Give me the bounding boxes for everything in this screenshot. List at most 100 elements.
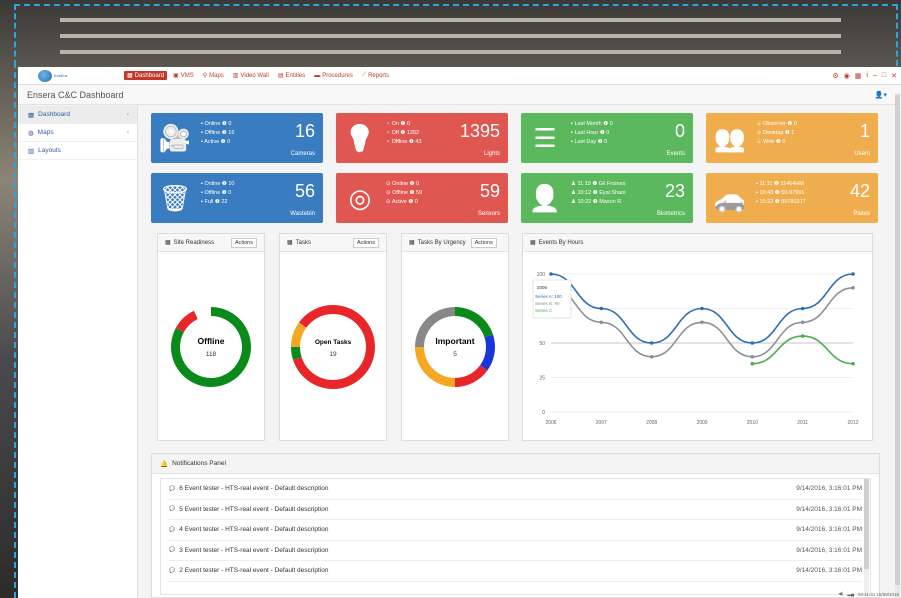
y-tick-label: 0 bbox=[542, 410, 545, 416]
data-point bbox=[649, 341, 654, 345]
tooltip-line: Series A: 100 bbox=[535, 294, 562, 299]
panel-title: Events By Hours bbox=[538, 239, 584, 246]
close-icon[interactable]: ✕ bbox=[891, 72, 897, 80]
tile-value: 42 bbox=[849, 181, 870, 201]
page-title: Ensera C&C Dashboard bbox=[27, 89, 124, 100]
tab-entities[interactable]: ▤ Entities bbox=[274, 71, 309, 80]
globe-icon: ◍ bbox=[28, 129, 34, 137]
settings-icon[interactable]: ⚙ bbox=[832, 72, 838, 80]
tile-stat-line: ▪ Offline ❶ 16 bbox=[201, 130, 235, 136]
tile-stat-line: ▪ Full ❶ 22 bbox=[201, 199, 228, 205]
status-bar: ◀) ▂▄ 04:11:31 16/09/2016 bbox=[838, 591, 899, 597]
donut-slice[interactable] bbox=[455, 365, 488, 387]
sidebar-item-layouts[interactable]: ▥ Layouts bbox=[18, 142, 137, 160]
stat-tile-sensors[interactable]: ◎ ⊙ Online ❶ 0 ⊙ Offline ❶ 59 ⊙ Active ❶ 0 5… bbox=[336, 173, 508, 223]
notification-row[interactable]: 💬 6 Event tester - HTS-real event - Defau… bbox=[169, 479, 862, 500]
page-scrollbar[interactable] bbox=[895, 93, 900, 598]
signal-icon: ▂▄ bbox=[847, 591, 855, 596]
data-point bbox=[800, 320, 805, 325]
notifications-title: Notifications Panel bbox=[172, 460, 226, 467]
x-tick-label: 2006 bbox=[545, 420, 556, 426]
tile-value: 0 bbox=[674, 121, 685, 141]
sidebar: ▦ Dashboard ‹ ◍ Maps ‹ ▥ Layouts bbox=[18, 106, 138, 598]
data-point bbox=[649, 355, 654, 359]
notification-row[interactable]: 💬 5 Event tester - HTS-real event - Defau… bbox=[169, 500, 862, 520]
nav-tabs: ▦ Dashboard ▣ VMS ⚲ Maps ▥ Video Wall ▤ Entities ▬… bbox=[124, 71, 393, 80]
notification-row[interactable]: 💬 2 Event tester - HTS-real event - Defau… bbox=[169, 561, 862, 582]
title-bar: Ensera C&C Dashboard 👤▾ bbox=[18, 85, 901, 105]
status-clock: 04:11:31 16/09/2016 bbox=[858, 591, 899, 597]
sidebar-item-maps[interactable]: ◍ Maps ‹ bbox=[18, 124, 137, 142]
sidebar-item-dashboard[interactable]: ▦ Dashboard ‹ bbox=[18, 106, 137, 124]
sidebar-item-label: Maps bbox=[37, 129, 54, 136]
tab-procedures[interactable]: ▬ Procedures bbox=[311, 71, 356, 80]
users-icon: 👥 bbox=[713, 122, 747, 153]
chart-icon: ▦ bbox=[530, 240, 536, 246]
stat-tile-lights[interactable]: 💡 ♀ On ❶ 0 ♀ Off ❶ 1352 ♀ Offline ❶ 43 1395 L… bbox=[336, 113, 508, 163]
tab-label: Maps bbox=[209, 72, 224, 79]
notification-timestamp: 9/14/2016, 3:16:01 PM bbox=[796, 567, 862, 575]
tab-label: Dashboard bbox=[134, 72, 165, 79]
notification-row[interactable]: 💬 3 Event tester - HTS-real event - Defau… bbox=[169, 541, 862, 561]
data-point bbox=[599, 320, 604, 325]
chart-icon: ▦ bbox=[165, 240, 171, 246]
donut-slice[interactable] bbox=[175, 310, 198, 333]
tab-video-wall[interactable]: ▥ Video Wall bbox=[229, 71, 272, 80]
tab-vms[interactable]: ▣ VMS bbox=[170, 71, 197, 80]
notifications-scrollbar[interactable] bbox=[864, 479, 869, 594]
actions-button[interactable]: Actions bbox=[470, 237, 497, 248]
stat-tile-biometrics[interactable]: 👤 ♟ 11:15 ❶ Gil Froines ♟ 10:12 ❶ Eyal Sha… bbox=[521, 173, 693, 223]
camera-icon[interactable]: ◉ bbox=[844, 72, 850, 80]
selection-border bbox=[14, 4, 898, 66]
tile-stat-line: ⊙ Online ❶ 0 bbox=[386, 181, 420, 187]
stat-tile-plates[interactable]: 🚗 ▪ 11:11 ❶ 11464HM ▪ 10:43 ❶ 50-97991 ▪ 10… bbox=[706, 173, 878, 223]
donut-center-value: 19 bbox=[329, 351, 337, 358]
page-scroll-thumb[interactable] bbox=[895, 95, 900, 585]
video-wall-icon: ▥ bbox=[232, 73, 239, 79]
tile-stat-line: ▪ Online ❶ 10 bbox=[201, 181, 235, 187]
notification-timestamp: 9/14/2016, 3:16:01 PM bbox=[796, 546, 862, 554]
tooltip-title: 2006 bbox=[537, 285, 548, 290]
grid-icon[interactable]: ▦ bbox=[855, 72, 862, 80]
actions-button[interactable]: Actions bbox=[230, 237, 257, 248]
notification-rows: 💬 6 Event tester - HTS-real event - Defau… bbox=[161, 479, 870, 582]
events-by-hours-panel: ▦ Events By Hours 0255075100200620072008… bbox=[522, 233, 873, 441]
tile-stat-line: ♟ 10:22 ❶ Mason R bbox=[571, 199, 622, 205]
maximize-icon[interactable]: □ bbox=[882, 72, 886, 80]
tab-maps[interactable]: ⚲ Maps bbox=[199, 71, 227, 80]
stat-tile-users[interactable]: 👥 ☺ Observer ❶ 0 ☺ Desktop ❶ 1 ☺ Web ❶ 0 1 Us… bbox=[706, 113, 878, 163]
notification-text: 6 Event tester - HTS-real event - Defaul… bbox=[179, 485, 329, 493]
tile-stat-line: ⊙ Active ❶ 0 bbox=[386, 199, 418, 205]
logo-mark bbox=[38, 69, 52, 82]
notification-text: 4 Event tester - HTS-real event - Defaul… bbox=[179, 526, 329, 534]
tile-stat-line: ▪ Active ❶ 0 bbox=[201, 139, 231, 145]
tile-stat-line: ☺ Observer ❶ 0 bbox=[756, 121, 797, 127]
scroll-thumb[interactable] bbox=[864, 479, 869, 569]
stat-tile-cameras[interactable]: 🎥 ▪ Online ❶ 0 ▪ Offline ❶ 16 ▪ Active ❶ 0 1… bbox=[151, 113, 323, 163]
events-line-chart: 0255075100200620072008200920102011201220… bbox=[532, 272, 859, 426]
donut-slice[interactable] bbox=[299, 305, 333, 328]
panel-header: ▦ Tasks By Urgency Actions bbox=[402, 234, 508, 252]
tile-label: Users bbox=[854, 151, 870, 157]
user-menu-icon[interactable]: 👤▾ bbox=[875, 91, 887, 99]
donut-slice[interactable] bbox=[455, 307, 494, 338]
chart-icon: ▦ bbox=[409, 240, 415, 246]
selection-border-left bbox=[14, 62, 16, 598]
donut-slice[interactable] bbox=[291, 322, 307, 347]
info-icon[interactable]: i bbox=[866, 72, 868, 80]
tab-reports[interactable]: ⟋ Reports bbox=[358, 71, 393, 80]
data-point bbox=[750, 341, 755, 345]
tile-stat-line: ⊙ Offline ❶ 59 bbox=[386, 190, 423, 196]
stat-tile-events[interactable]: ☰ ▪ Last Month ❶ 0 ▪ Last Hour ❶ 0 ▪ Last D… bbox=[521, 113, 693, 163]
stat-tile-wastebin[interactable]: 🗑 ▪ Online ❶ 10 ▪ Offline ❶ 0 ▪ Full ❶ 22 56… bbox=[151, 173, 323, 223]
actions-button[interactable]: Actions bbox=[352, 237, 379, 248]
notification-row[interactable]: 💬 4 Event tester - HTS-real event - Defau… bbox=[169, 520, 862, 541]
donut-center-title: Offline bbox=[198, 336, 225, 346]
data-point bbox=[800, 306, 805, 311]
minimize-icon[interactable]: – bbox=[873, 72, 877, 80]
tile-stats: ♀ On ❶ 0 ♀ Off ❶ 1352 ♀ Offline ❶ 43 bbox=[386, 120, 422, 147]
tile-stat-line: ♀ Off ❶ 1352 bbox=[386, 130, 420, 136]
donut-slice[interactable] bbox=[480, 334, 495, 371]
donut-slice[interactable] bbox=[415, 347, 455, 387]
tab-dashboard[interactable]: ▦ Dashboard bbox=[124, 71, 168, 80]
